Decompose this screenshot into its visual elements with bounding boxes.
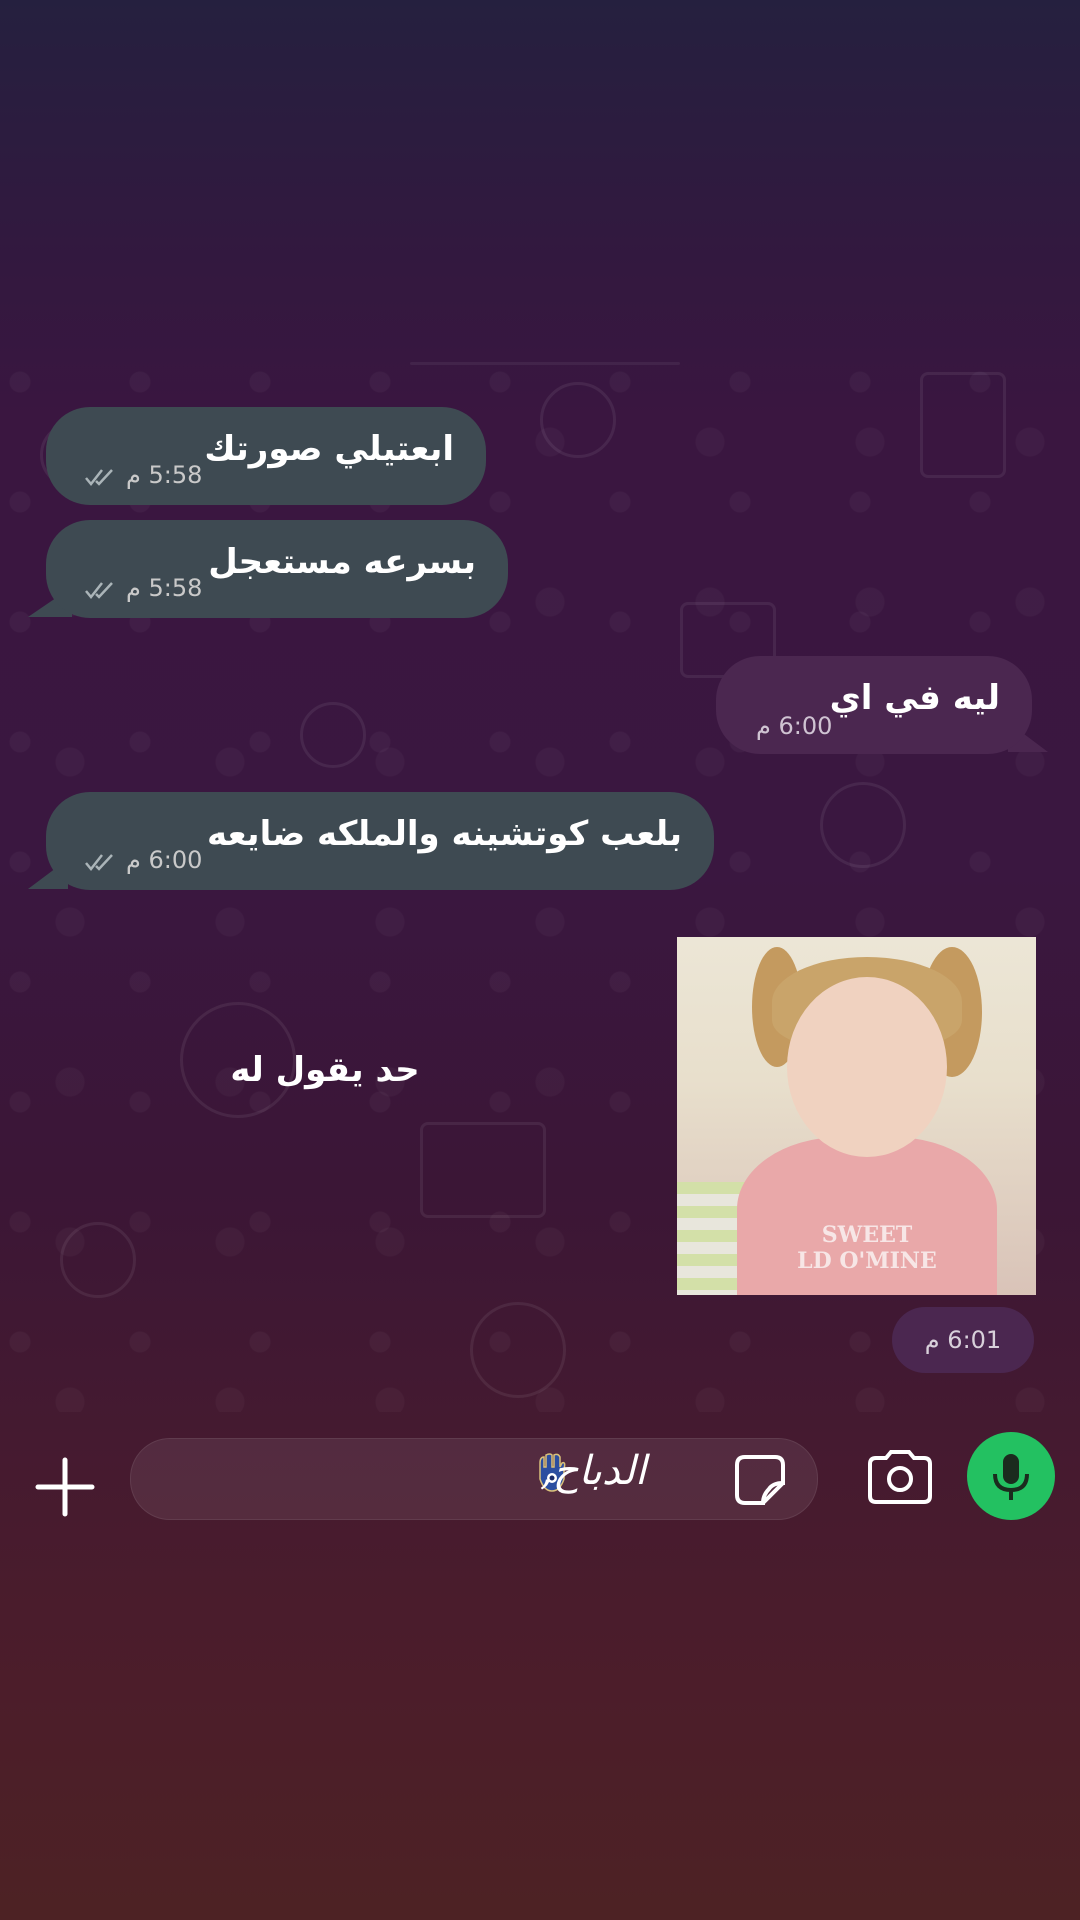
message-bubble-incoming[interactable]: ابعتيلي صورتك 5:58 م [46,407,486,505]
double-check-icon [84,578,116,599]
doodle-circle [300,702,366,768]
message-time: 6:00 م [756,712,833,740]
doodle-square [920,372,1006,478]
header-area [0,0,1080,362]
microphone-icon [993,1454,1029,1500]
doodle-circle [540,382,616,458]
message-image[interactable]: SWEET LD O'MINE [677,937,1036,1295]
plus-icon[interactable] [30,1452,100,1522]
message-time: 6:00 م [126,846,203,874]
image-caption: حد يقول له [230,1050,420,1090]
input-text[interactable]: الدباح, [540,1448,646,1494]
double-check-icon [84,465,116,486]
microphone-button[interactable] [967,1432,1055,1520]
doodle-circle [60,1222,136,1298]
image-shirt-text: SWEET LD O'MINE [797,1222,937,1274]
message-meta: 5:58 م [84,574,202,602]
doodle-circle [820,782,906,868]
message-bubble-incoming[interactable]: بسرعه مستعجل 5:58 م [46,520,508,618]
camera-icon[interactable] [866,1448,934,1506]
message-time: 6:01 م [892,1307,1034,1373]
message-time: 5:58 م [126,574,203,602]
message-text: ليه في اي [829,678,1000,718]
message-meta: 6:00 م [84,846,202,874]
message-text: ابعتيلي صورتك [204,429,454,469]
message-meta: 6:00 م [756,712,832,740]
double-check-icon [84,850,116,871]
doodle-circle [470,1302,566,1398]
sticker-icon[interactable] [733,1453,787,1507]
message-text: بلعب كوتشينه والملكه ضايعه [207,814,682,854]
message-bubble-outgoing[interactable]: ليه في اي 6:00 م [716,656,1032,754]
message-time: 5:58 م [126,461,203,489]
message-bubble-incoming[interactable]: بلعب كوتشينه والملكه ضايعه 6:00 م [46,792,714,890]
message-meta: 5:58 م [84,461,202,489]
message-input[interactable] [130,1438,818,1520]
message-text: بسرعه مستعجل [208,542,476,582]
doodle-square [420,1122,546,1218]
